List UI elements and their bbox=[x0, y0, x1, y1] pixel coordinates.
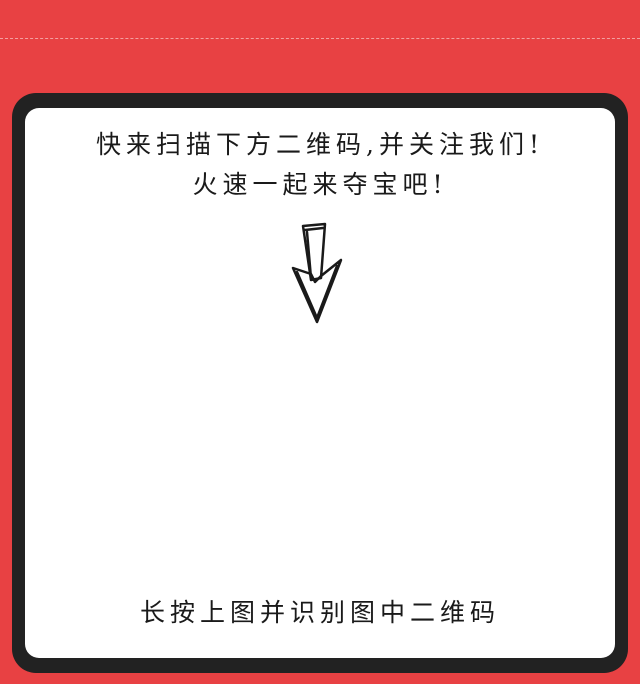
qr-code-area[interactable] bbox=[160, 335, 480, 585]
headline-line-1: 快来扫描下方二维码,并关注我们! bbox=[96, 130, 544, 159]
dashed-divider bbox=[0, 38, 640, 39]
headline-line-2: 火速一起来夺宝吧! bbox=[192, 170, 448, 199]
long-press-tip: 长按上图并识别图中二维码 bbox=[139, 598, 500, 627]
down-arrow-icon bbox=[291, 222, 343, 324]
